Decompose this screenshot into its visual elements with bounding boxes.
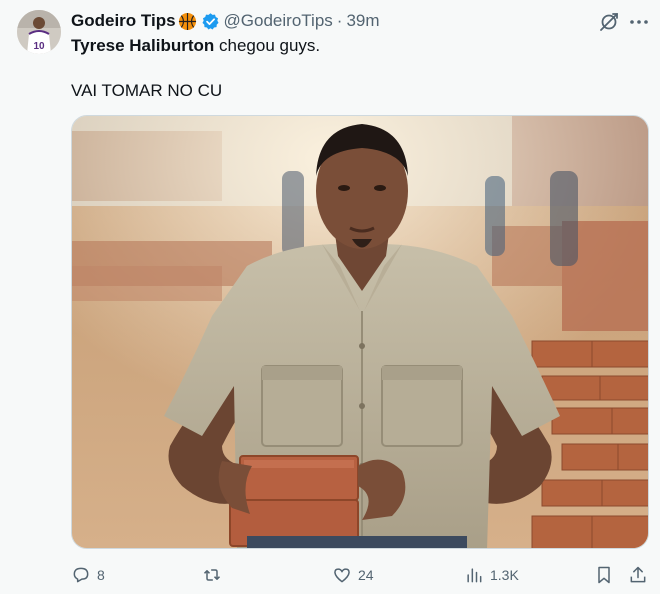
timestamp[interactable]: 39m (346, 11, 379, 31)
tweet-text-rest: chegou guys. (214, 36, 321, 55)
tweet-actions: 8 24 1.3K (0, 560, 660, 590)
mention[interactable]: Tyrese Haliburton (71, 36, 214, 55)
basketball-emoji-icon (178, 12, 196, 30)
grok-icon[interactable] (598, 11, 620, 33)
reply-icon (73, 567, 89, 583)
like-count: 24 (358, 567, 374, 583)
tweet-header: Godeiro Tips @GodeiroTips · 39m (71, 10, 380, 32)
retweet-icon (203, 569, 221, 581)
verified-badge-icon[interactable] (201, 12, 220, 31)
avatar-jersey-number: 10 (33, 41, 45, 52)
avatar[interactable]: 10 (17, 10, 61, 54)
heart-icon (334, 568, 350, 583)
bookmark-button[interactable] (594, 560, 614, 590)
more-icon[interactable] (628, 11, 650, 33)
share-icon (630, 566, 646, 583)
handle[interactable]: @GodeiroTips (224, 11, 333, 31)
reply-count: 8 (97, 567, 105, 583)
tweet-text-line-2: VAI TOMAR NO CU (71, 81, 223, 100)
tweet-text-line-1: Tyrese Haliburton chegou guys. (71, 35, 320, 57)
views-button[interactable]: 1.3K (464, 560, 519, 590)
views-icon (467, 568, 482, 583)
share-button[interactable] (628, 560, 648, 590)
like-button[interactable]: 24 (332, 560, 374, 590)
retweet-button[interactable] (202, 560, 228, 590)
views-count: 1.3K (490, 567, 519, 583)
bookmark-icon (598, 566, 610, 584)
separator-dot: · (336, 11, 343, 30)
tweet-media-image[interactable] (71, 115, 649, 549)
display-name[interactable]: Godeiro Tips (71, 11, 176, 31)
reply-button[interactable]: 8 (71, 560, 105, 590)
tweet-card[interactable]: 10 Godeiro Tips @GodeiroTips · 39m Tyres… (0, 0, 660, 594)
